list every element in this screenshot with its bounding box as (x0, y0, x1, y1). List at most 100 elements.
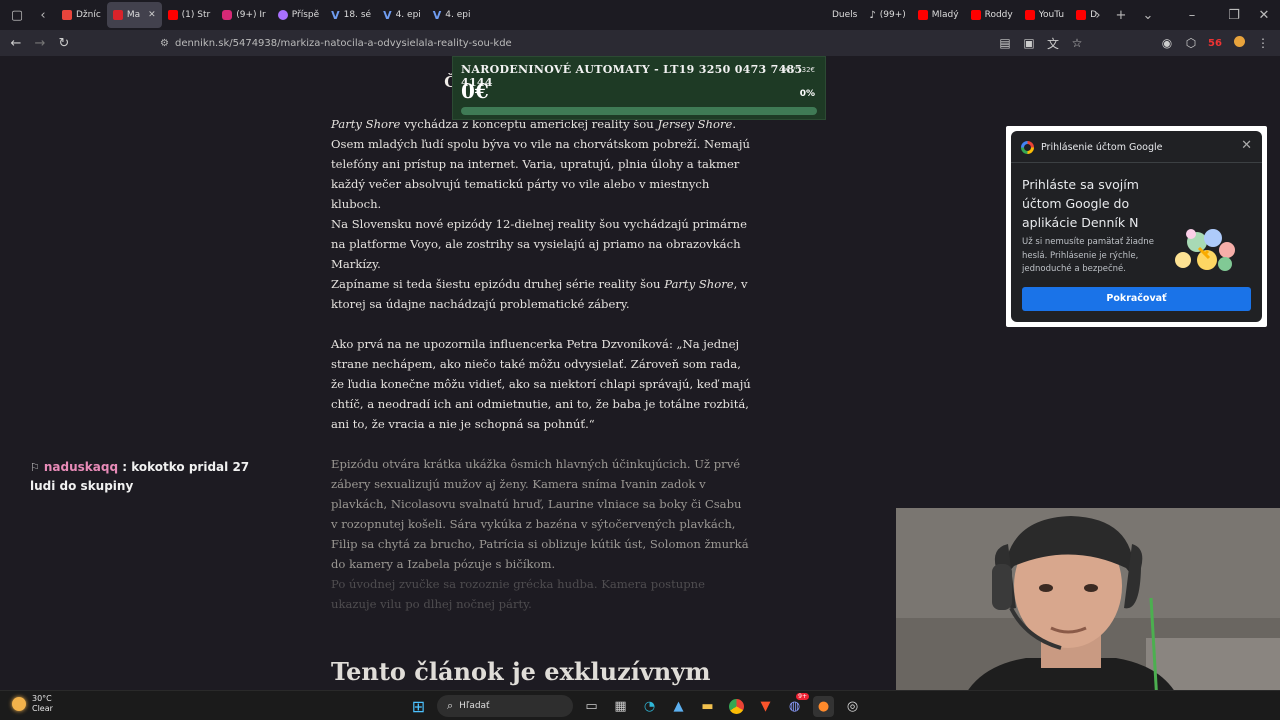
forward-icon[interactable]: → (28, 36, 52, 51)
extensions-icon[interactable]: ⬡ (1182, 36, 1200, 50)
italic-title: Party Shore (664, 277, 734, 291)
back-icon[interactable]: ← (4, 36, 28, 51)
tab-scroll-left-icon[interactable]: ‹ (30, 8, 56, 23)
v-favicon: V (383, 8, 392, 22)
tab-2[interactable]: (1) Str (162, 2, 217, 28)
google-signin-card: Prihlásenie účtom Google ✕ Prihláste sa … (1011, 131, 1262, 322)
text-run: . Osem mladých ľudí spolu býva vo vile n… (331, 117, 750, 211)
tab-youtube-1[interactable]: Mladý (912, 2, 965, 28)
tab-overview-icon[interactable]: ▢ (4, 8, 30, 23)
discord-icon[interactable]: ◍ 9+ (784, 692, 809, 717)
navigation-bar: ← → ↻ ⚙ dennikn.sk/5474938/markiza-natoc… (0, 30, 1280, 56)
url-bar[interactable]: ⚙ dennikn.sk/5474938/markiza-natocila-a-… (152, 33, 1072, 53)
text-run: Zapíname si teda šiestu epizódu druhej s… (331, 277, 665, 291)
edge-icon[interactable]: ◔ (639, 696, 660, 717)
url-text[interactable]: dennikn.sk/5474938/markiza-natocila-a-od… (175, 38, 512, 49)
windows-start-icon[interactable]: ⊞ (408, 696, 429, 717)
chat-message: ⚐ naduskaqq : kokotko pridal 27 ludi do s… (30, 458, 260, 496)
paragraph-4: Ako prvá na ne upozornila influencerka P… (331, 337, 751, 431)
maximize-icon[interactable]: ❐ (1220, 0, 1248, 30)
reload-icon[interactable]: ↻ (52, 36, 76, 51)
weather-condition: Clear (32, 704, 53, 713)
bookmark-star-icon[interactable]: ☆ (1068, 36, 1086, 50)
tab-4[interactable]: Příspě (272, 2, 325, 28)
weather-widget[interactable]: 30°C Clear (12, 694, 53, 714)
v-favicon: V (331, 8, 340, 22)
weather-temp: 30°C (32, 694, 52, 703)
tab-tiktok[interactable]: ♪ (99+) (863, 2, 911, 28)
task-view-icon[interactable]: ▭ (581, 696, 602, 717)
paragraph-3: Zapíname si teda šiestu epizódu druhej s… (331, 274, 751, 314)
tab-youtube-2[interactable]: Roddy (965, 2, 1019, 28)
close-window-icon[interactable]: ✕ (1250, 0, 1278, 30)
firefox-icon[interactable]: ● (813, 695, 834, 717)
donation-goal-overlay: NARODENINOVÉ AUTOMATY - LT19 3250 0473 7… (452, 56, 826, 120)
passkey-illustration-icon (1175, 229, 1235, 271)
discord-badge: 9+ (796, 692, 809, 700)
taskbar-apps: ⊞ ⌕ Hľadať ▭ ▦ ◔ ▲ ▬ ▼ ◍ 9+ ● ◎ (408, 692, 863, 717)
search-icon: ⌕ (447, 699, 454, 712)
taskbar: 30°C Clear ⊞ ⌕ Hľadať ▭ ▦ ◔ ▲ ▬ ▼ ◍ 9+ ● … (0, 690, 1280, 720)
google-logo-icon (1021, 141, 1034, 154)
tab-5[interactable]: V 18. sé (325, 2, 377, 28)
webcam-person-image (896, 508, 1280, 720)
account-icon[interactable]: ◉ (1158, 36, 1176, 50)
divider (1011, 162, 1262, 163)
tab-list-icon[interactable]: ⌄ (1134, 0, 1162, 30)
tab-favicon (62, 10, 72, 20)
paragraph-2: Na Slovensku nové epizódy 12-dielnej rea… (331, 217, 747, 271)
tab-0[interactable]: Džníc (56, 2, 107, 28)
google-signin-header: Prihlásenie účtom Google (1021, 141, 1162, 154)
youtube-favicon (167, 10, 178, 20)
tab-youtube-3[interactable]: YouTu (1019, 2, 1070, 28)
ublock-icon[interactable]: 56 (1206, 38, 1224, 49)
tab-duels[interactable]: Duels (826, 2, 863, 28)
donation-percent: 0% (799, 89, 815, 99)
close-icon[interactable]: ✕ (1241, 138, 1252, 153)
site-info-icon[interactable]: ⚙ (160, 38, 169, 49)
obs-icon[interactable]: ◎ (842, 696, 863, 717)
chrome-icon[interactable] (726, 696, 747, 717)
paragraph-6: Po úvodnej zvučke sa rozoznie grécka hud… (331, 577, 705, 611)
minimize-icon[interactable]: – (1178, 0, 1206, 30)
picture-icon[interactable]: ▣ (1020, 36, 1038, 50)
paywall-heading: Tento článok je exkluzívnym (331, 657, 711, 686)
youtube-favicon (970, 10, 981, 20)
more-icon[interactable]: ⋮ (1254, 36, 1272, 50)
translate-icon[interactable]: 文 (1044, 35, 1062, 52)
tab-favicon (277, 10, 288, 20)
chat-username: naduskaqq (43, 460, 119, 474)
store-icon[interactable]: ▦ (610, 696, 631, 717)
webcam-feed (896, 508, 1280, 720)
reader-view-icon[interactable]: ▤ (996, 36, 1014, 50)
file-explorer-icon[interactable]: ▬ (697, 696, 718, 717)
close-tab-icon[interactable]: ✕ (148, 10, 156, 20)
right-tab-group: Duels ♪ (99+) Mladý Roddy YouTu D (826, 0, 1103, 30)
youtube-favicon (1024, 10, 1035, 20)
google-signin-title: Prihláste sa svojím účtom Google do apli… (1022, 177, 1139, 230)
extension-icon[interactable] (1230, 36, 1248, 50)
weather-text: 30°C Clear (32, 694, 53, 714)
weather-sun-icon (12, 697, 26, 711)
google-signin-popup: Prihlásenie účtom Google ✕ Prihláste sa … (1006, 126, 1267, 327)
continue-button[interactable]: Pokračovať (1022, 287, 1251, 311)
photos-icon[interactable]: ▲ (668, 696, 689, 717)
donation-progress-bar (461, 107, 817, 115)
donation-amount: 0€ (461, 79, 489, 103)
paragraph-5: Epizódu otvára krátka ukážka ôsmich hlav… (331, 457, 749, 571)
tab-3[interactable]: (9+) Ir (216, 2, 272, 28)
toolbar-right: ▤ ▣ 文 ☆ ◉ ⬡ 56 ⋮ (996, 30, 1272, 56)
donation-title: NARODENINOVÉ AUTOMATY - LT19 3250 0473 7… (461, 63, 803, 89)
tab-6[interactable]: V 4. epi (377, 2, 427, 28)
tab-active[interactable]: Ma ✕ (106, 2, 162, 28)
tiktok-favicon: ♪ (869, 9, 876, 21)
search-placeholder: Hľadať (459, 701, 490, 711)
tab-7[interactable]: V 4. epi (427, 2, 477, 28)
google-signin-header-text: Prihlásenie účtom Google (1041, 142, 1163, 153)
brave-icon[interactable]: ▼ (755, 696, 776, 717)
taskbar-search[interactable]: ⌕ Hľadať (437, 695, 573, 717)
italic-title: Party Shore (331, 117, 401, 131)
youtube-favicon (917, 10, 928, 20)
extension-color-icon (1233, 36, 1245, 47)
new-tab-icon[interactable]: + (1107, 0, 1135, 30)
